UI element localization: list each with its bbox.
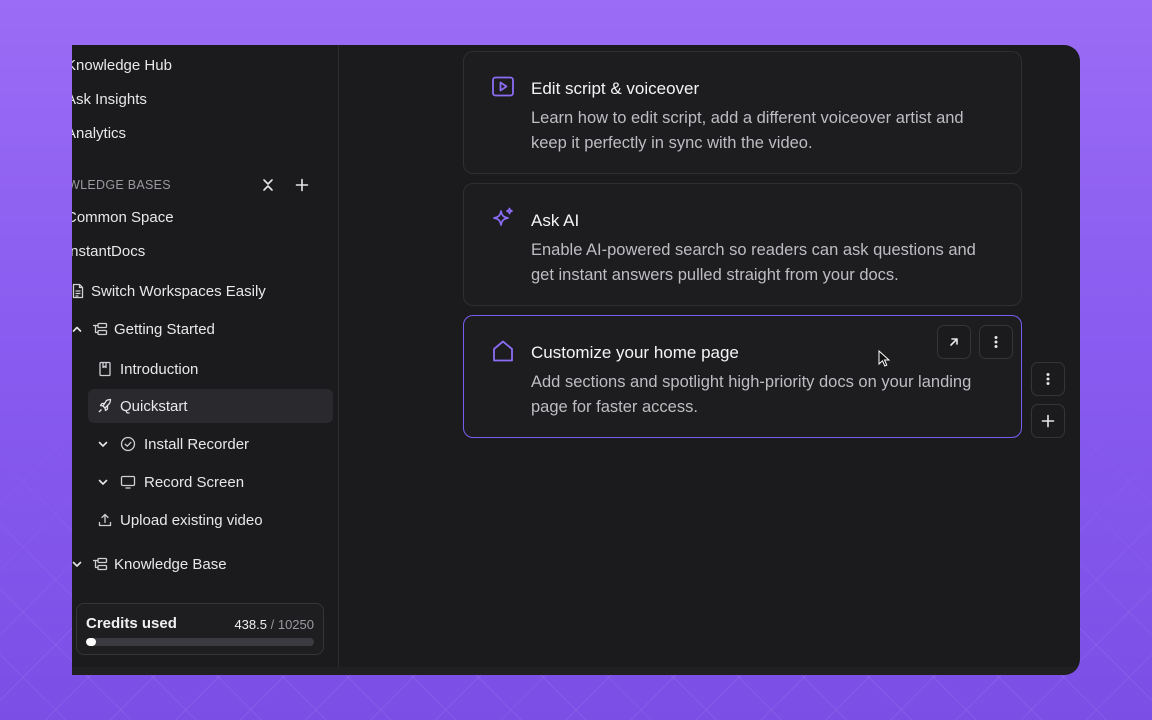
sparkle-icon [493, 207, 513, 226]
tree-label: Introduction [120, 360, 199, 378]
credits-used: 438.5 [234, 617, 267, 632]
card-description: Enable AI-powered search so readers can … [531, 241, 976, 284]
tree-item-upload-video[interactable]: Upload existing video [97, 503, 263, 537]
card-title: Customize your home page [531, 343, 739, 362]
card-title: Edit script & voiceover [531, 79, 700, 98]
tree-label: Quickstart [120, 397, 188, 415]
tree-label: Switch Workspaces Easily [91, 282, 266, 300]
card-edit-script[interactable]: Edit script & voiceover Learn how to edi… [463, 51, 1022, 174]
card-description: Learn how to edit script, add a differen… [531, 109, 964, 152]
card-description: Add sections and spotlight high-priority… [531, 373, 972, 416]
card-ask-ai[interactable]: Ask AI Enable AI-powered search so reade… [463, 183, 1022, 306]
chevron-down-icon[interactable] [72, 558, 83, 570]
rocket-icon [98, 398, 112, 413]
folder-tree-icon [93, 322, 108, 336]
tree-item-knowledge-base[interactable]: Knowledge Base [72, 547, 227, 581]
tree-label: Knowledge Base [114, 555, 227, 573]
credits-separator: / [267, 617, 278, 632]
open-link-button[interactable] [937, 325, 971, 359]
credits-progress-bar [86, 638, 314, 646]
credits-panel: Credits used 438.5 / 10250 [76, 603, 324, 655]
collapse-all-icon[interactable] [259, 176, 277, 194]
chevron-down-icon[interactable] [97, 438, 109, 450]
chevron-up-icon[interactable] [72, 323, 83, 335]
add-section-button[interactable] [1031, 404, 1065, 438]
card-more-button[interactable] [979, 325, 1013, 359]
play-square-icon [492, 76, 514, 97]
upload-icon [98, 513, 112, 527]
credits-total: 10250 [277, 617, 314, 632]
tree-label: Install Recorder [144, 435, 250, 453]
plus-icon [1041, 414, 1055, 428]
tree-label: Getting Started [114, 320, 215, 338]
home-icon [493, 340, 513, 362]
tree-item-quickstart[interactable]: Quickstart [88, 389, 333, 423]
space-common-space[interactable]: Common Space [72, 209, 174, 226]
credits-count: 438.5 / 10250 [234, 617, 314, 632]
nav-analytics[interactable]: Analytics [72, 125, 126, 142]
document-icon [72, 283, 84, 299]
space-instantdocs[interactable]: InstantDocs [72, 243, 145, 260]
tree-item-install-recorder[interactable]: Install Recorder [97, 427, 249, 461]
folder-tree-icon [93, 557, 108, 571]
mouse-cursor-icon [878, 350, 890, 367]
tree-item-getting-started[interactable]: Getting Started [72, 312, 215, 346]
credits-progress-fill [86, 638, 96, 646]
card-title: Ask AI [531, 211, 580, 230]
sidebar: Knowledge Hub Ask Insights Analytics WLE… [72, 45, 339, 667]
book-icon [99, 361, 111, 377]
more-vertical-icon [994, 336, 998, 348]
check-circle-icon [120, 436, 136, 452]
arrow-up-right-icon [950, 338, 958, 346]
tree-item-record-screen[interactable]: Record Screen [97, 465, 244, 499]
chevron-down-icon[interactable] [97, 476, 109, 488]
knowledge-bases-header: WLEDGE BASES [72, 176, 318, 196]
tree-item-switch-workspaces[interactable]: Switch Workspaces Easily [72, 274, 266, 308]
credits-label: Credits used [86, 615, 177, 632]
nav-knowledge-hub[interactable]: Knowledge Hub [72, 57, 172, 74]
more-vertical-icon [1046, 373, 1050, 385]
window-bottom-edge [72, 667, 1080, 675]
app-window: Knowledge Hub Ask Insights Analytics WLE… [72, 45, 1080, 675]
nav-ask-insights[interactable]: Ask Insights [72, 91, 147, 108]
tree-label: Record Screen [144, 473, 245, 491]
card-customize-home[interactable]: Customize your home page Add sections an… [463, 315, 1022, 438]
add-knowledge-base-icon[interactable] [293, 176, 311, 194]
tree-label: Upload existing video [120, 511, 263, 529]
section-more-button[interactable] [1031, 362, 1065, 396]
tree-item-introduction[interactable]: Introduction [97, 352, 198, 386]
monitor-icon [120, 475, 136, 489]
section-title: WLEDGE BASES [72, 178, 171, 192]
